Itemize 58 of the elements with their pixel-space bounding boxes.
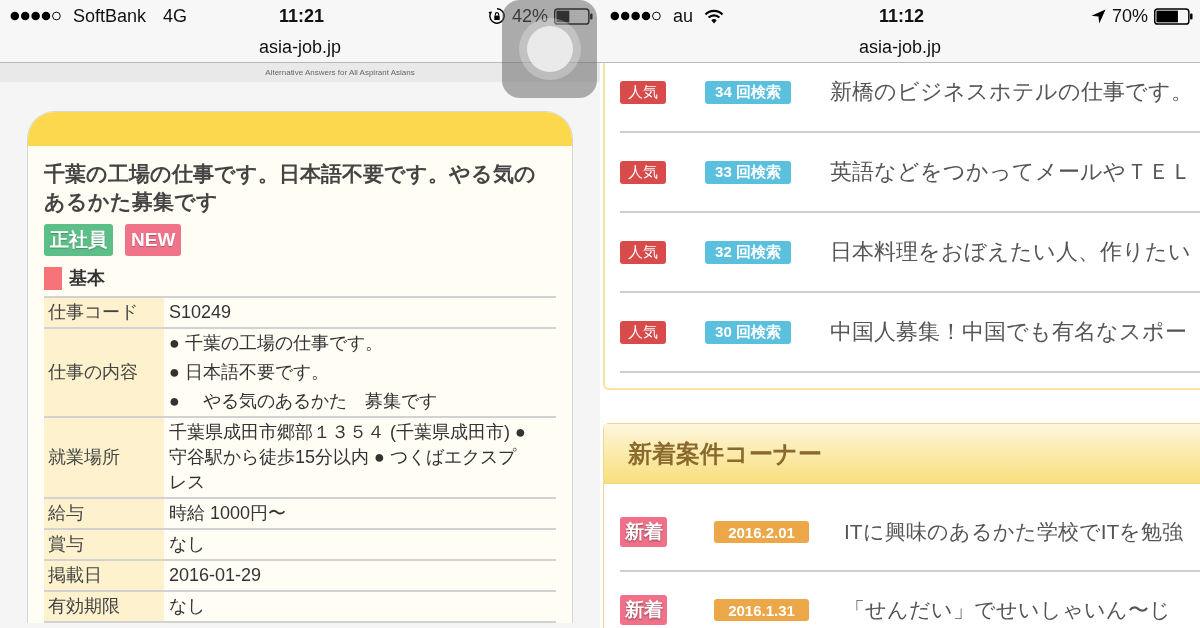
table-cell: なし: [164, 529, 556, 560]
wifi-icon: [704, 8, 725, 24]
battery-icon: [554, 7, 593, 25]
table-label: 仕事コード: [44, 297, 164, 328]
job-tag: 正社員: [44, 224, 113, 256]
bullet-item: ● 日本語不要です。: [169, 361, 330, 384]
popular-badge: 人気: [620, 320, 666, 344]
job-title-link[interactable]: 新橋のビジネスホテルの仕事です。: [830, 77, 1193, 107]
table-label: 掲載日: [44, 560, 164, 591]
battery-percentage: 70%: [1111, 5, 1148, 27]
search-count-badge: 33 回検索: [705, 160, 791, 184]
table-label: 仕事の内容: [44, 328, 164, 417]
popular-badge: 人気: [620, 240, 666, 264]
table-label: 有効期限: [44, 591, 164, 622]
panel-heading: 新着案件コーナー: [628, 438, 822, 469]
address-url[interactable]: asia-job.jp: [858, 36, 941, 58]
bullet-item: ● 千葉の工場の仕事です。: [169, 332, 384, 355]
battery-icon: [1154, 7, 1193, 25]
signal-strength-icon: [610, 11, 662, 21]
signal-strength-icon: [10, 11, 62, 21]
job-title-link[interactable]: ITに興味のあるかた学校でITを勉強: [844, 518, 1184, 546]
carrier-name: SoftBank: [73, 5, 147, 27]
section-marker-icon: [44, 266, 62, 290]
job-title-link[interactable]: 中国人募集！中国でも有名なスポー: [830, 317, 1187, 347]
search-count-badge: 34 回検索: [705, 80, 791, 104]
status-time: 11:12: [878, 5, 924, 27]
job-tag: NEW: [125, 224, 182, 256]
table-cell: なし: [164, 591, 556, 622]
job-title-link[interactable]: 日本料理をおぼえたい人、作りたい: [830, 237, 1191, 267]
table-label: 給与: [44, 498, 164, 529]
assistive-touch-button[interactable]: [502, 0, 597, 98]
bullet-item: ● やる気のあるかた 募集です: [169, 390, 438, 413]
rotation-lock-icon: [487, 7, 506, 25]
table-label: 就業場所: [44, 417, 164, 498]
date-badge: 2016.1.31: [714, 599, 809, 621]
location-arrow-icon: [1090, 8, 1106, 24]
table-cell: 2016-01-29: [164, 560, 556, 591]
date-badge: 2016.2.01: [714, 521, 809, 543]
search-count-badge: 30 回検索: [705, 320, 791, 344]
job-title: 千葉の工場の仕事です。日本語不要です。やる気のあるかた募集です: [44, 161, 537, 216]
status-time: 11:21: [278, 5, 324, 27]
carrier-name: au: [673, 5, 694, 27]
section-heading: 基本: [69, 267, 105, 290]
popular-badge: 人気: [620, 160, 666, 184]
new-badge: 新着: [620, 595, 667, 625]
address-url[interactable]: asia-job.jp: [258, 36, 341, 58]
job-title-link[interactable]: 英語などをつかってメールやＴＥＬ: [830, 157, 1192, 187]
table-cell: 時給 1000円〜: [164, 498, 556, 529]
battery-percentage: 42%: [511, 5, 548, 27]
network-type: 4G: [163, 5, 188, 27]
job-title-link[interactable]: 「せんだい」でせいしゃいん〜じ: [844, 596, 1171, 624]
popular-badge: 人気: [620, 80, 666, 104]
table-cell: S10249: [164, 297, 556, 328]
site-tagline: Alternative Answers for All Aspirant Asians: [265, 68, 415, 77]
search-count-badge: 32 回検索: [705, 240, 791, 264]
table-label: 賞与: [44, 529, 164, 560]
new-badge: 新着: [620, 517, 667, 547]
table-cell: 千葉県成田市郷部１３５４ (千葉県成田市) ● 守谷駅から徒歩15分以内 ● つくばエクスプレス: [164, 417, 556, 498]
